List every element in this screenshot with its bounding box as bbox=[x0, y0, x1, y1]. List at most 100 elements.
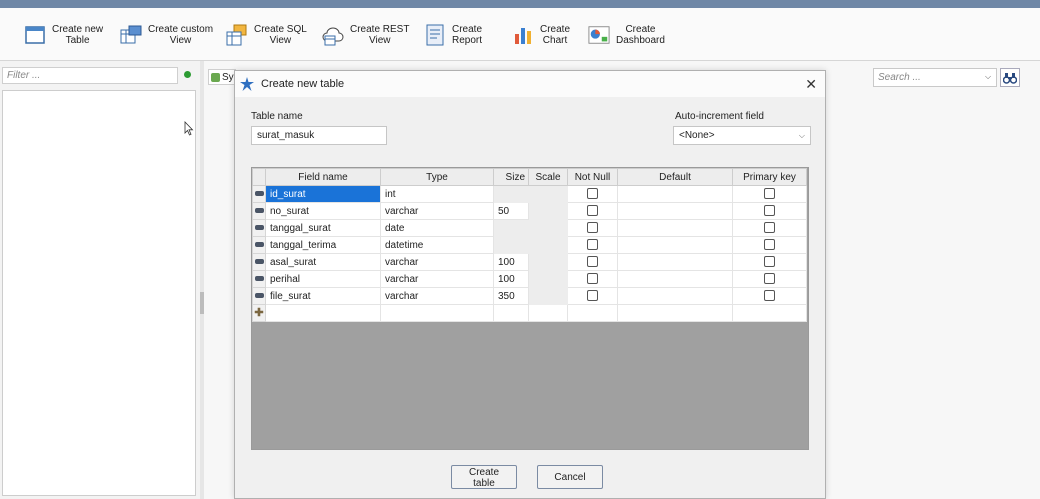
not-null-checkbox[interactable] bbox=[587, 188, 598, 200]
scale-cell[interactable] bbox=[528, 202, 568, 220]
not-null-cell[interactable] bbox=[567, 185, 618, 203]
col-scale[interactable]: Scale bbox=[528, 168, 568, 186]
primary-key-checkbox[interactable] bbox=[764, 256, 775, 268]
col-size[interactable]: Size bbox=[493, 168, 529, 186]
type-cell[interactable]: date bbox=[380, 219, 494, 237]
row-indicator[interactable]: ✚ bbox=[252, 304, 266, 322]
row-indicator[interactable] bbox=[252, 236, 266, 254]
table-row[interactable]: asal_surat varchar 100 bbox=[252, 253, 807, 271]
find-button[interactable] bbox=[1000, 68, 1020, 87]
default-cell[interactable] bbox=[617, 287, 733, 305]
default-cell[interactable] bbox=[617, 304, 733, 322]
field-name-cell[interactable]: tanggal_surat bbox=[265, 219, 381, 237]
default-cell[interactable] bbox=[617, 253, 733, 271]
scale-cell[interactable] bbox=[528, 287, 568, 305]
not-null-cell[interactable] bbox=[567, 253, 618, 271]
row-indicator[interactable] bbox=[252, 219, 266, 237]
table-name-input[interactable] bbox=[251, 126, 387, 145]
scale-cell[interactable] bbox=[528, 253, 568, 271]
type-cell[interactable] bbox=[380, 304, 494, 322]
col-default[interactable]: Default bbox=[617, 168, 733, 186]
col-not-null[interactable]: Not Null bbox=[567, 168, 618, 186]
system-tab[interactable]: Sy bbox=[208, 69, 236, 85]
scale-cell[interactable] bbox=[528, 304, 568, 322]
type-cell[interactable]: int bbox=[380, 185, 494, 203]
scale-cell[interactable] bbox=[528, 236, 568, 254]
not-null-checkbox[interactable] bbox=[587, 256, 598, 268]
default-cell[interactable] bbox=[617, 270, 733, 288]
size-cell[interactable] bbox=[493, 236, 529, 254]
not-null-cell[interactable] bbox=[567, 219, 618, 237]
size-cell[interactable] bbox=[493, 219, 529, 237]
not-null-cell[interactable] bbox=[567, 270, 618, 288]
dialog-titlebar[interactable]: Create new table ✕ bbox=[235, 71, 825, 97]
not-null-cell[interactable] bbox=[567, 202, 618, 220]
type-cell[interactable]: varchar bbox=[380, 287, 494, 305]
primary-key-checkbox[interactable] bbox=[764, 273, 775, 285]
primary-key-cell[interactable] bbox=[732, 287, 807, 305]
size-cell[interactable]: 100 bbox=[493, 270, 529, 288]
new-row[interactable]: ✚ bbox=[252, 304, 807, 322]
not-null-checkbox[interactable] bbox=[587, 239, 598, 251]
primary-key-checkbox[interactable] bbox=[764, 205, 775, 217]
field-name-cell[interactable]: id_surat bbox=[265, 185, 381, 203]
not-null-cell[interactable] bbox=[567, 304, 618, 322]
field-name-cell[interactable]: perihal bbox=[265, 270, 381, 288]
object-tree[interactable] bbox=[2, 90, 196, 496]
scale-cell[interactable] bbox=[528, 219, 568, 237]
create-new-table-button[interactable]: Create new Table bbox=[24, 18, 103, 52]
type-cell[interactable]: varchar bbox=[380, 270, 494, 288]
default-cell[interactable] bbox=[617, 202, 733, 220]
size-cell[interactable] bbox=[493, 304, 529, 322]
table-row[interactable]: tanggal_terima datetime bbox=[252, 236, 807, 254]
primary-key-cell[interactable] bbox=[732, 185, 807, 203]
search-input[interactable] bbox=[873, 68, 997, 87]
primary-key-checkbox[interactable] bbox=[764, 239, 775, 251]
primary-key-cell[interactable] bbox=[732, 202, 807, 220]
create-chart-button[interactable]: Create Chart bbox=[512, 18, 570, 52]
chevron-down-icon[interactable]: ⌵ bbox=[985, 72, 991, 82]
type-cell[interactable]: datetime bbox=[380, 236, 494, 254]
not-null-checkbox[interactable] bbox=[587, 290, 598, 302]
table-row[interactable]: tanggal_surat date bbox=[252, 219, 807, 237]
type-cell[interactable]: varchar bbox=[380, 202, 494, 220]
col-type[interactable]: Type bbox=[380, 168, 494, 186]
not-null-checkbox[interactable] bbox=[587, 222, 598, 234]
row-indicator[interactable] bbox=[252, 202, 266, 220]
default-cell[interactable] bbox=[617, 219, 733, 237]
size-cell[interactable]: 50 bbox=[493, 202, 529, 220]
not-null-checkbox[interactable] bbox=[587, 205, 598, 217]
row-indicator[interactable] bbox=[252, 253, 266, 271]
not-null-cell[interactable] bbox=[567, 287, 618, 305]
scale-cell[interactable] bbox=[528, 270, 568, 288]
table-row[interactable]: id_surat int bbox=[252, 185, 807, 203]
row-indicator[interactable] bbox=[252, 185, 266, 203]
not-null-cell[interactable] bbox=[567, 236, 618, 254]
field-name-cell[interactable]: no_surat bbox=[265, 202, 381, 220]
primary-key-cell[interactable] bbox=[732, 270, 807, 288]
create-custom-view-button[interactable]: Create custom View bbox=[120, 18, 213, 52]
primary-key-cell[interactable] bbox=[732, 253, 807, 271]
create-dashboard-button[interactable]: Create Dashboard bbox=[588, 18, 665, 52]
field-name-cell[interactable]: asal_surat bbox=[265, 253, 381, 271]
size-cell[interactable]: 350 bbox=[493, 287, 529, 305]
filter-input[interactable] bbox=[2, 67, 178, 84]
type-cell[interactable]: varchar bbox=[380, 253, 494, 271]
field-name-cell[interactable] bbox=[265, 304, 381, 322]
create-rest-view-button[interactable]: Create REST View bbox=[322, 18, 409, 52]
table-row[interactable]: no_surat varchar 50 bbox=[252, 202, 807, 220]
cancel-button[interactable]: Cancel bbox=[537, 465, 603, 489]
row-indicator[interactable] bbox=[252, 270, 266, 288]
create-report-button[interactable]: Create Report bbox=[424, 18, 482, 52]
primary-key-checkbox[interactable] bbox=[764, 222, 775, 234]
close-icon[interactable]: ✕ bbox=[805, 76, 817, 93]
not-null-checkbox[interactable] bbox=[587, 273, 598, 285]
primary-key-cell[interactable] bbox=[732, 304, 807, 322]
auto-increment-select[interactable]: <None> ⌵ bbox=[673, 126, 811, 145]
create-table-button[interactable]: Create table bbox=[451, 465, 517, 489]
table-row[interactable]: perihal varchar 100 bbox=[252, 270, 807, 288]
scale-cell[interactable] bbox=[528, 185, 568, 203]
col-field-name[interactable]: Field name bbox=[265, 168, 381, 186]
primary-key-cell[interactable] bbox=[732, 236, 807, 254]
col-primary-key[interactable]: Primary key bbox=[732, 168, 807, 186]
